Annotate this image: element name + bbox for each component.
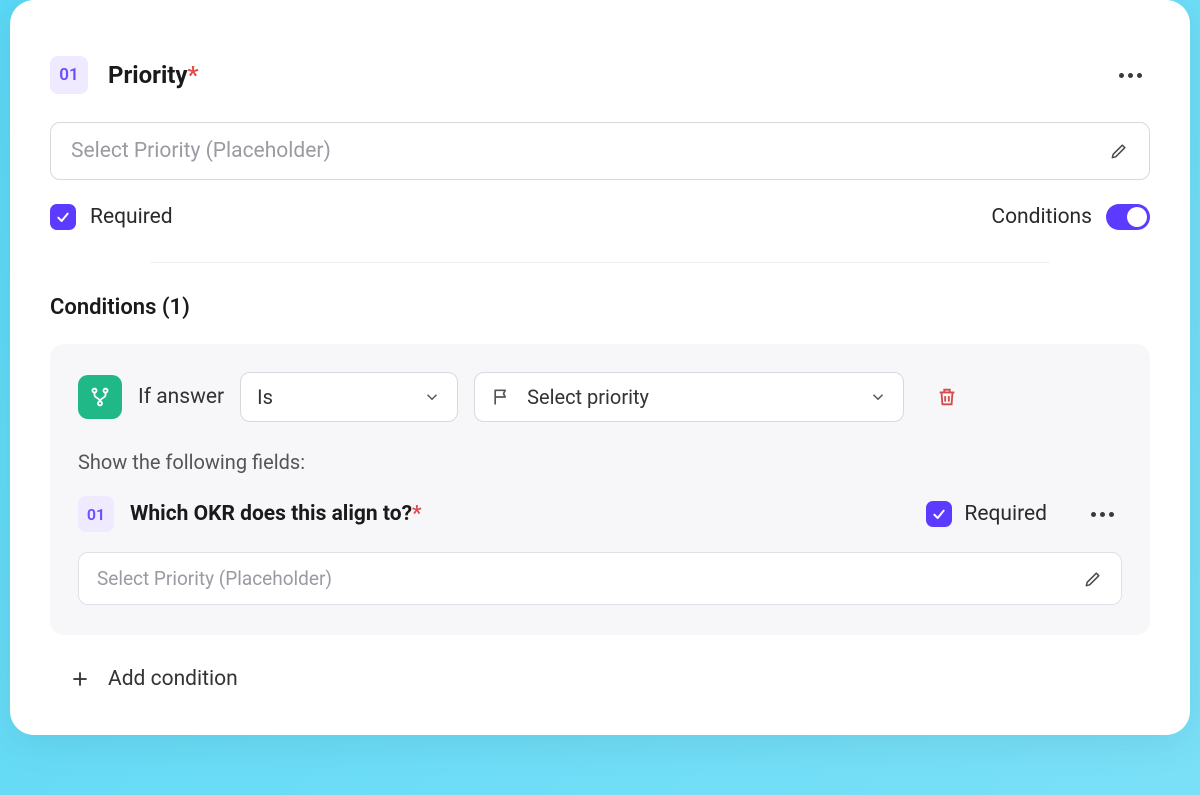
delete-condition-button[interactable] xyxy=(936,386,958,408)
conditional-field-header: 01 Which OKR does this align to?* Requir… xyxy=(78,496,1122,532)
operator-dropdown-value: Is xyxy=(257,385,273,409)
value-dropdown-placeholder: Select priority xyxy=(527,385,649,409)
plus-icon xyxy=(70,669,90,689)
add-condition-button[interactable]: Add condition xyxy=(50,663,1150,695)
if-answer-label: If answer xyxy=(138,385,224,409)
conditional-required-group: Required xyxy=(926,501,1047,527)
required-checkbox[interactable] xyxy=(50,204,76,230)
value-dropdown[interactable]: Select priority xyxy=(474,372,904,422)
priority-select-input[interactable]: Select Priority (Placeholder) xyxy=(50,122,1150,180)
conditional-field-title: Which OKR does this align to?* xyxy=(130,502,422,526)
pencil-icon xyxy=(1083,569,1103,589)
form-field-card: 01 Priority* Select Priority (Placeholde… xyxy=(10,0,1190,735)
check-icon xyxy=(931,506,947,522)
required-asterisk: * xyxy=(188,61,199,89)
required-label: Required xyxy=(90,205,173,229)
conditions-toggle[interactable] xyxy=(1106,204,1150,230)
options-row: Required Conditions xyxy=(50,204,1150,230)
dots-icon xyxy=(1091,512,1096,517)
field-header: 01 Priority* xyxy=(50,56,1150,94)
conditional-required-checkbox[interactable] xyxy=(926,501,952,527)
pencil-icon xyxy=(1109,141,1129,161)
more-menu-button[interactable] xyxy=(1111,69,1150,82)
conditional-more-menu-button[interactable] xyxy=(1083,508,1122,521)
conditional-field-number-badge: 01 xyxy=(78,496,114,532)
add-condition-label: Add condition xyxy=(108,667,238,691)
conditional-select-input[interactable]: Select Priority (Placeholder) xyxy=(78,552,1122,605)
required-asterisk: * xyxy=(412,502,422,526)
dots-icon xyxy=(1119,73,1124,78)
condition-rule-row: If answer Is Select priority xyxy=(78,372,1122,422)
toggle-knob xyxy=(1127,207,1147,227)
divider xyxy=(150,262,1050,263)
field-number-badge: 01 xyxy=(50,56,88,94)
conditional-required-label: Required xyxy=(964,502,1047,526)
priority-select-placeholder: Select Priority (Placeholder) xyxy=(71,139,331,163)
check-icon xyxy=(55,209,71,225)
conditional-select-placeholder: Select Priority (Placeholder) xyxy=(97,567,332,590)
conditions-toggle-label: Conditions xyxy=(991,205,1092,229)
chevron-down-icon xyxy=(869,388,887,406)
trash-icon xyxy=(936,386,958,408)
chevron-down-icon xyxy=(423,388,441,406)
flag-icon xyxy=(491,387,511,407)
condition-panel: If answer Is Select priority Show the fo… xyxy=(50,344,1150,635)
conditional-field-title-text: Which OKR does this align to? xyxy=(130,502,412,526)
field-title: Priority* xyxy=(108,61,198,89)
conditions-section-title: Conditions (1) xyxy=(50,295,1150,320)
field-title-text: Priority xyxy=(108,61,188,89)
operator-dropdown[interactable]: Is xyxy=(240,372,458,422)
show-fields-label: Show the following fields: xyxy=(78,450,1122,474)
branch-icon xyxy=(78,375,122,419)
